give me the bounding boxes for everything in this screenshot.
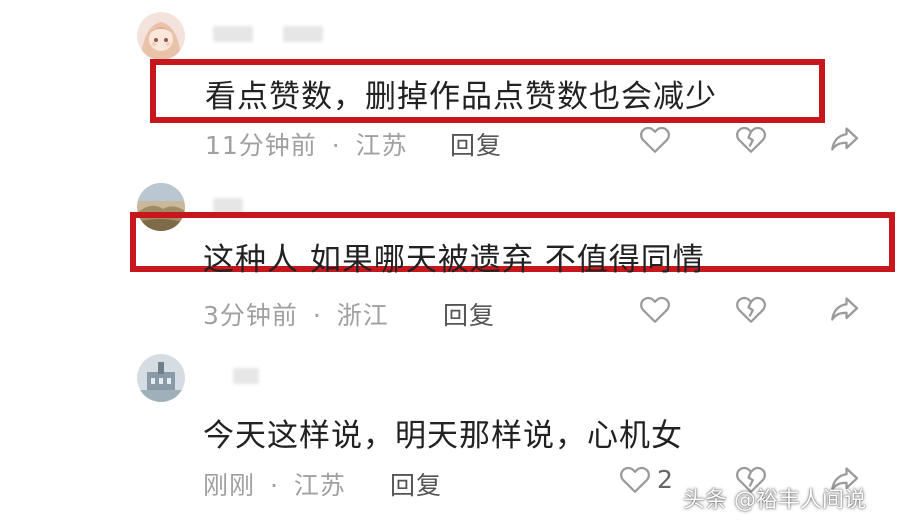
comment-text: 这种人 如果哪天被遗弃 不值得同情 bbox=[203, 242, 705, 278]
comment-location: 浙江 bbox=[336, 301, 389, 330]
comment-meta: 3分钟前 · 浙江 bbox=[203, 296, 389, 332]
share-arrow-icon[interactable] bbox=[827, 291, 863, 327]
meta-separator: · bbox=[331, 131, 341, 160]
blurred-username[interactable] bbox=[213, 26, 253, 42]
watermark: 头条 @裕丰人间说 bbox=[683, 488, 866, 513]
meta-separator: · bbox=[312, 301, 322, 330]
avatar-anime-girl-image bbox=[137, 12, 185, 60]
comment-meta: 11分钟前 · 江苏 bbox=[205, 126, 408, 162]
blurred-username-part bbox=[283, 26, 323, 42]
avatar[interactable] bbox=[137, 12, 185, 60]
comment-location: 江苏 bbox=[293, 471, 346, 500]
comment-time: 11分钟前 bbox=[205, 131, 317, 160]
broken-heart-icon[interactable] bbox=[733, 121, 769, 157]
comment-meta: 刚刚 · 江苏 bbox=[203, 466, 346, 502]
heart-outline-icon[interactable] bbox=[637, 291, 673, 327]
like-count: 2 bbox=[657, 465, 673, 494]
heart-outline-icon[interactable] bbox=[637, 121, 673, 157]
reply-button[interactable]: 回复 bbox=[390, 466, 442, 502]
comment-time: 刚刚 bbox=[203, 471, 256, 500]
broken-heart-icon[interactable] bbox=[733, 291, 769, 327]
meta-separator: · bbox=[269, 471, 279, 500]
comment-location: 江苏 bbox=[355, 131, 408, 160]
share-arrow-icon[interactable] bbox=[827, 121, 863, 157]
avatar[interactable] bbox=[137, 354, 185, 402]
comment-text: 看点赞数，删掉作品点赞数也会减少 bbox=[205, 79, 717, 115]
reply-button[interactable]: 回复 bbox=[443, 296, 495, 332]
reply-button[interactable]: 回复 bbox=[450, 126, 502, 162]
avatar-building-image bbox=[137, 354, 185, 402]
blurred-username[interactable] bbox=[233, 368, 259, 384]
heart-outline-icon[interactable] bbox=[617, 461, 653, 497]
comment-text: 今天这样说，明天那样说，心机女 bbox=[203, 418, 683, 454]
comment-time: 3分钟前 bbox=[203, 301, 298, 330]
